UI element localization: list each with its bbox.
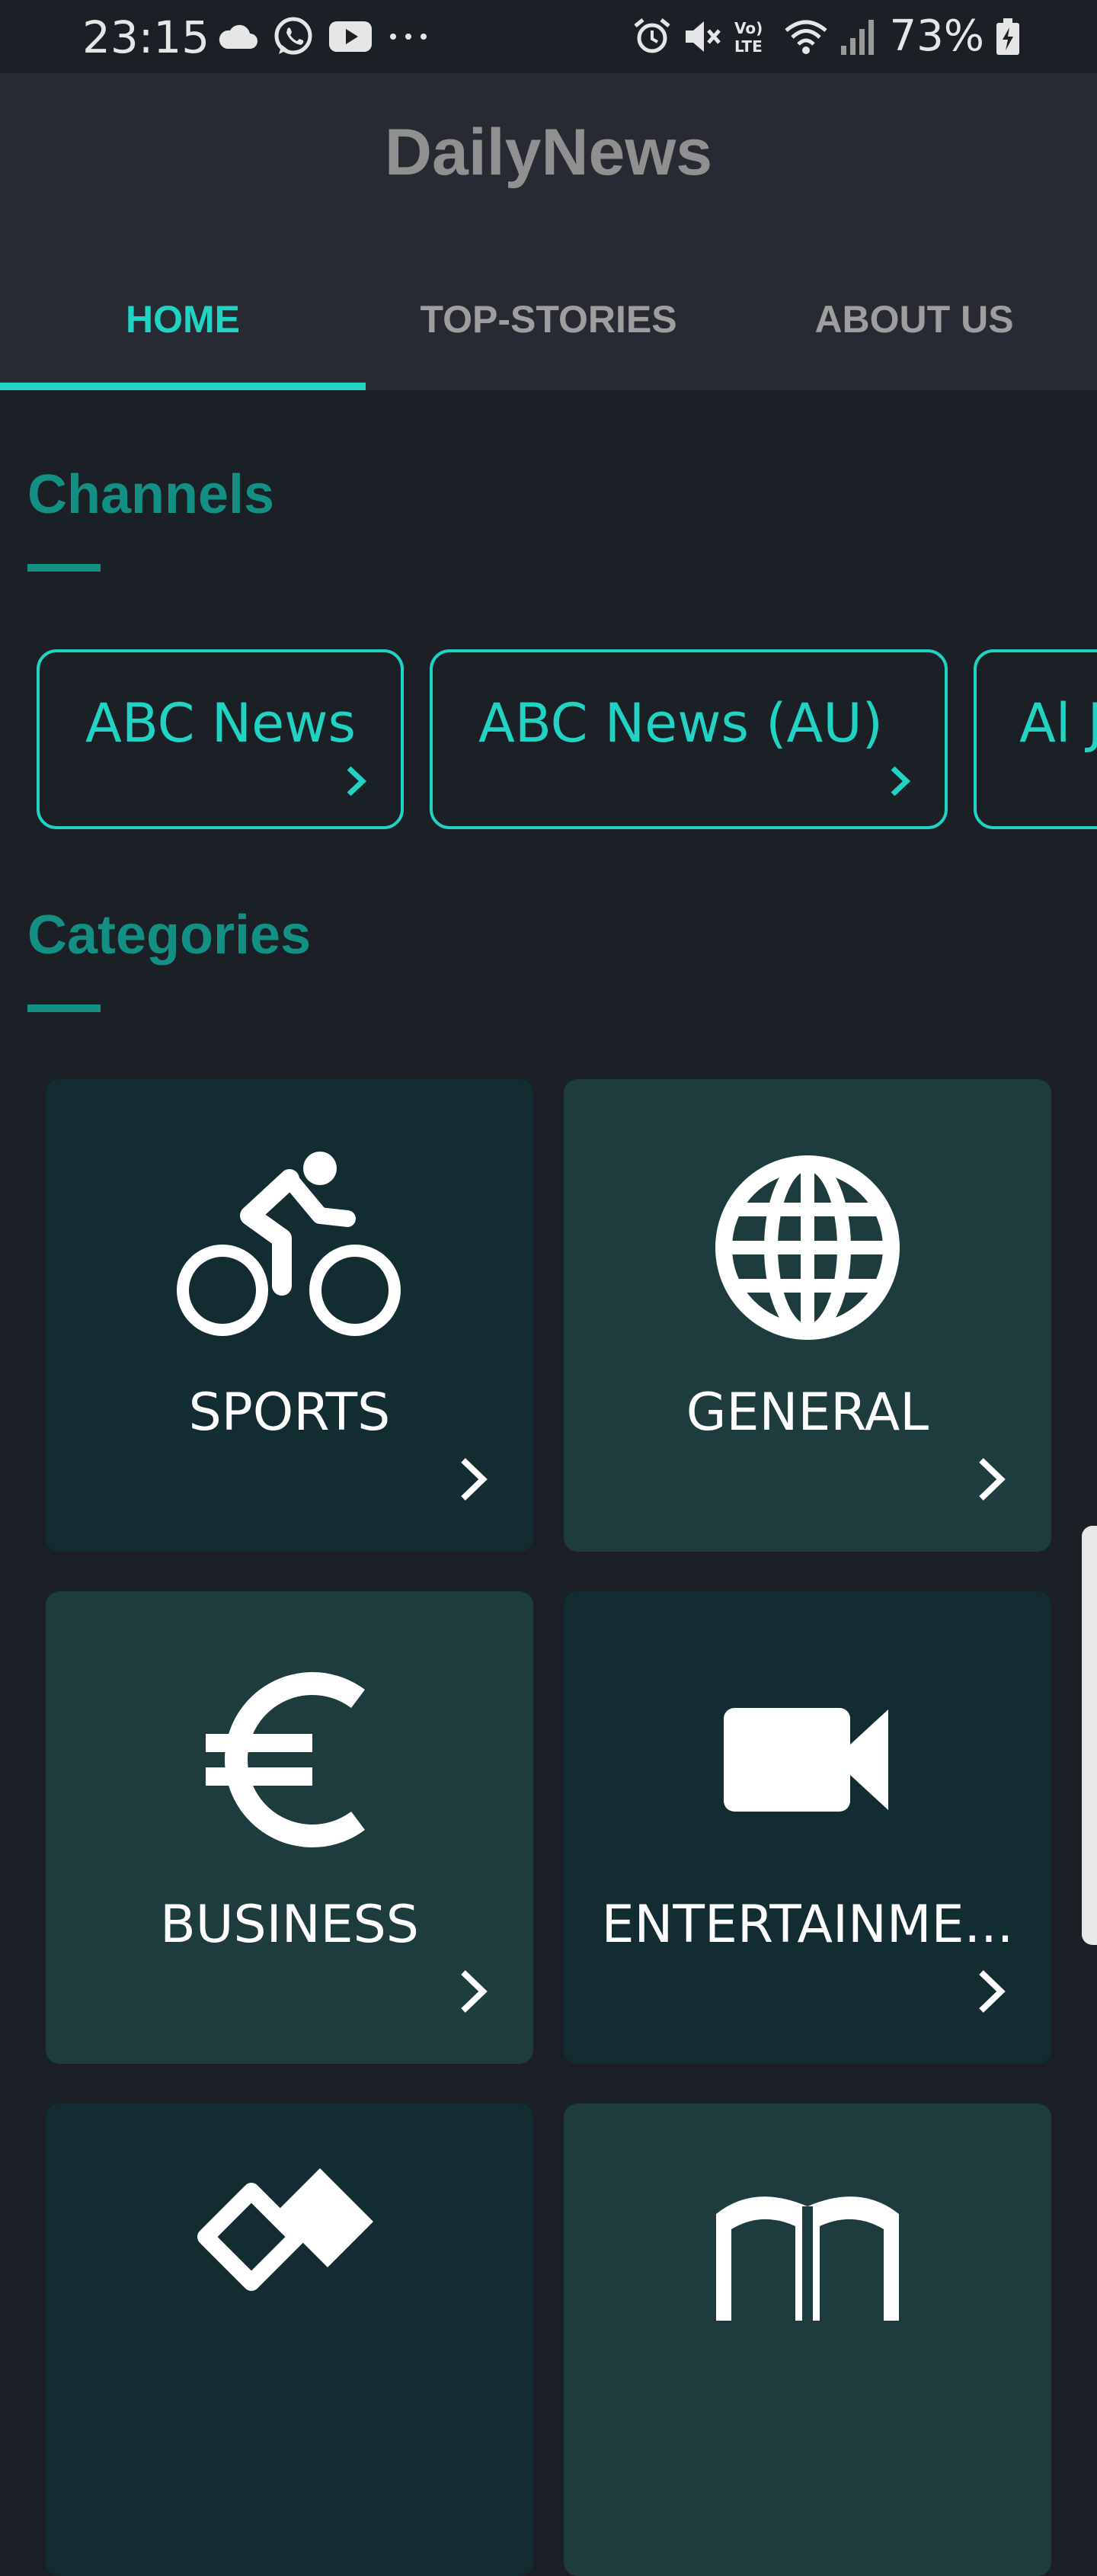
channel-label: Al J (1019, 692, 1097, 755)
chevron-right-icon (979, 1970, 1006, 2013)
tab-bar: HOME TOP-STORIES ABOUT US (0, 264, 1097, 390)
euro-icon (46, 1664, 533, 1855)
status-bar: 23:15 Vo) LTE 73% (0, 0, 1097, 73)
alarm-icon (633, 18, 670, 53)
chevron-right-icon (979, 1458, 1006, 1501)
tab-about-us-label: ABOUT US (814, 298, 1014, 341)
channel-chip[interactable]: ABC News (37, 649, 404, 829)
chevron-right-icon (461, 1970, 488, 2013)
svg-text:Vo): Vo) (734, 19, 763, 37)
category-label: ENTERTAINME... (601, 1895, 1014, 1955)
category-card-entertainment[interactable]: ENTERTAINME... (564, 1591, 1051, 2064)
tab-about-us[interactable]: ABOUT US (731, 264, 1097, 390)
health-icon (46, 2134, 533, 2324)
category-label: BUSINESS (160, 1895, 419, 1955)
tab-top-stories-label: TOP-STORIES (420, 298, 677, 341)
video-camera-icon (564, 1664, 1051, 1855)
status-time: 23:15 (82, 11, 210, 63)
app-title: DailyNews (384, 116, 713, 189)
channels-list[interactable]: ABC News ABC News (AU) Al J (37, 649, 1097, 832)
category-card-business[interactable]: BUSINESS (46, 1591, 533, 2064)
channel-label: ABC News (85, 692, 356, 755)
more-dots-icon (390, 34, 427, 40)
wifi-icon (784, 20, 827, 54)
youtube-icon (329, 21, 372, 52)
app-bar: DailyNews HOME TOP-STORIES ABOUT US (0, 73, 1097, 390)
svg-text:LTE: LTE (734, 37, 763, 56)
tab-home[interactable]: HOME (0, 264, 366, 390)
scrollbar-thumb[interactable] (1082, 1526, 1097, 1945)
science-book-icon (564, 2149, 1051, 2340)
category-card-general[interactable]: GENERAL (564, 1079, 1051, 1552)
battery-charging-icon (996, 18, 1019, 55)
categories-heading-underline (27, 1004, 101, 1012)
channel-chip[interactable]: Al J (974, 649, 1097, 829)
tab-top-stories[interactable]: TOP-STORIES (366, 264, 731, 390)
category-label: SPORTS (188, 1383, 391, 1443)
chevron-right-icon (461, 1458, 488, 1501)
channels-heading: Channels (27, 464, 275, 525)
bicycle-icon (46, 1152, 533, 1343)
whatsapp-icon (274, 17, 312, 55)
globe-icon (564, 1152, 1051, 1343)
volte-icon: Vo) LTE (734, 19, 763, 56)
battery-percent: 73% (889, 11, 984, 61)
channel-chip[interactable]: ABC News (AU) (430, 649, 948, 829)
categories-heading: Categories (27, 905, 312, 966)
cloud-icon (219, 24, 257, 49)
status-right-icons: Vo) LTE 73% (632, 14, 1021, 59)
chevron-right-icon (347, 766, 367, 796)
tab-active-indicator (0, 383, 366, 390)
signal-icon (840, 20, 874, 55)
status-left-icons (216, 14, 430, 59)
channels-heading-underline (27, 564, 101, 572)
mute-icon (685, 21, 721, 52)
chevron-right-icon (891, 766, 911, 796)
channel-label: ABC News (AU) (478, 692, 883, 755)
tab-home-label: HOME (126, 298, 240, 341)
category-card-health[interactable] (46, 2103, 533, 2576)
category-card-sports[interactable]: SPORTS (46, 1079, 533, 1552)
category-card-science[interactable] (564, 2103, 1051, 2576)
category-label: GENERAL (686, 1383, 929, 1443)
